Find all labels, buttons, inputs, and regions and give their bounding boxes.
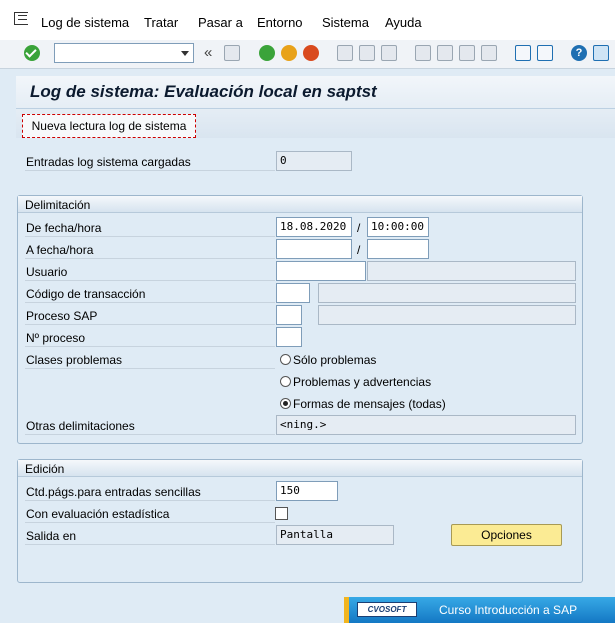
group-header: Delimitación: [18, 196, 582, 213]
menu-bar: Log de sistema Tratar Pasar a Entorno Si…: [0, 0, 615, 40]
radio-only-problems-label: Sólo problemas: [293, 353, 377, 367]
group-title: Edición: [25, 462, 65, 476]
find-next-icon[interactable]: [381, 45, 397, 61]
standard-toolbar: « ?: [0, 40, 615, 69]
user-label: Usuario: [26, 265, 68, 279]
problem-classes-label: Clases problemas: [26, 353, 123, 367]
radio-all-messages-label: Formas de mensajes (todas): [293, 397, 446, 411]
statistics-label: Con evaluación estadística: [26, 507, 170, 521]
exit-icon[interactable]: [281, 45, 297, 61]
group-header: Edición: [18, 460, 582, 477]
chevron-down-icon[interactable]: [181, 51, 189, 56]
divider: [16, 108, 615, 109]
divider: [25, 522, 275, 523]
command-field[interactable]: [54, 43, 194, 63]
date-time-separator: /: [357, 243, 361, 257]
first-page-icon[interactable]: [415, 45, 431, 61]
output-field: Pantalla: [276, 525, 394, 545]
menu-ayuda[interactable]: Ayuda: [385, 15, 422, 30]
loaded-entries-field: 0: [276, 151, 352, 171]
divider: [25, 544, 275, 545]
group-title: Delimitación: [25, 198, 91, 212]
menu-entorno[interactable]: Entorno: [257, 15, 303, 30]
sap-process-input[interactable]: [276, 305, 302, 325]
back-icon[interactable]: [259, 45, 275, 61]
date-time-separator: /: [357, 221, 361, 235]
loaded-entries-label: Entradas log sistema cargadas: [26, 155, 191, 169]
user-description-field: [367, 261, 576, 281]
check-icon[interactable]: [24, 45, 40, 61]
radio-problems-warnings-label: Problemas y advertencias: [293, 375, 432, 389]
pages-input[interactable]: 150: [276, 481, 338, 501]
reload-log-button[interactable]: Nueva lectura log de sistema: [22, 114, 196, 138]
other-delimitations-field[interactable]: <ning.>: [276, 415, 576, 435]
to-date-label: A fecha/hora: [26, 243, 94, 257]
statistics-checkbox[interactable]: [275, 507, 288, 520]
from-date-input[interactable]: 18.08.2020: [276, 217, 352, 237]
find-icon[interactable]: [359, 45, 375, 61]
print-icon[interactable]: [337, 45, 353, 61]
divider: [25, 368, 275, 369]
menu-tratar[interactable]: Tratar: [144, 15, 178, 30]
output-label: Salida en: [26, 529, 77, 543]
cvosoft-logo: CVOSOFT: [357, 602, 417, 617]
divider: [25, 434, 275, 435]
create-session-icon[interactable]: [515, 45, 531, 61]
prev-page-icon[interactable]: [437, 45, 453, 61]
tcode-label: Código de transacción: [26, 287, 146, 301]
menu-icon[interactable]: [14, 12, 28, 25]
nav-back-glyph[interactable]: «: [204, 44, 212, 61]
last-page-icon[interactable]: [481, 45, 497, 61]
help-icon[interactable]: ?: [571, 45, 587, 61]
pages-label: Ctd.págs.para entradas sencillas: [26, 485, 201, 499]
other-delimitations-label: Otras delimitaciones: [26, 419, 135, 433]
save-icon[interactable]: [224, 45, 240, 61]
divider: [25, 236, 275, 237]
course-banner: CVOSOFT Curso Introducción a SAP: [344, 597, 615, 623]
divider: [25, 302, 275, 303]
divider: [25, 170, 275, 171]
banner-text: Curso Introducción a SAP: [439, 603, 578, 617]
sap-process-description-field: [318, 305, 576, 325]
sap-process-label: Proceso SAP: [26, 309, 98, 323]
from-date-label: De fecha/hora: [26, 221, 102, 235]
process-number-input[interactable]: [276, 327, 302, 347]
radio-problems-warnings[interactable]: [280, 376, 291, 387]
options-button[interactable]: Opciones: [451, 524, 562, 546]
layout-icon[interactable]: [593, 45, 609, 61]
menu-pasar-a[interactable]: Pasar a: [198, 15, 243, 30]
next-page-icon[interactable]: [459, 45, 475, 61]
menu-sistema[interactable]: Sistema: [322, 15, 369, 30]
edition-group: Edición: [17, 459, 583, 583]
divider: [25, 258, 275, 259]
to-time-input[interactable]: [367, 239, 429, 259]
shortcut-icon[interactable]: [537, 45, 553, 61]
from-time-input[interactable]: 10:00:00: [367, 217, 429, 237]
menu-log-de-sistema[interactable]: Log de sistema: [41, 15, 129, 30]
user-input[interactable]: [276, 261, 366, 281]
tcode-description-field: [318, 283, 576, 303]
radio-all-messages[interactable]: [280, 398, 291, 409]
process-number-label: Nº proceso: [26, 331, 86, 345]
cancel-icon[interactable]: [303, 45, 319, 61]
divider: [25, 280, 275, 281]
to-date-input[interactable]: [276, 239, 352, 259]
divider: [25, 346, 275, 347]
divider: [25, 500, 275, 501]
radio-only-problems[interactable]: [280, 354, 291, 365]
tcode-input[interactable]: [276, 283, 310, 303]
page-title: Log de sistema: Evaluación local en sapt…: [30, 82, 377, 101]
divider: [25, 324, 275, 325]
